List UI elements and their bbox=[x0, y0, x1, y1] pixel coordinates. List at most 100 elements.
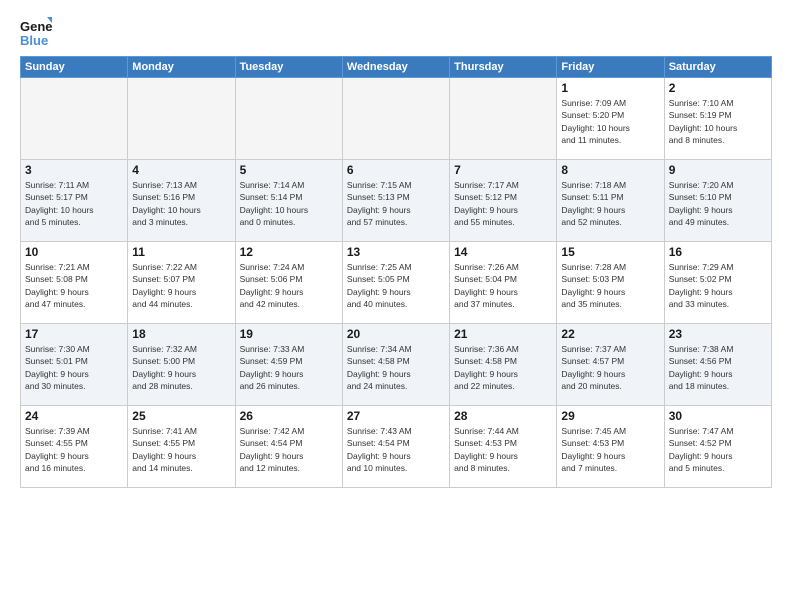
calendar-cell: 5 Sunrise: 7:14 AM Sunset: 5:14 PM Daylig… bbox=[235, 160, 342, 242]
weekday-header: Sunday bbox=[21, 57, 128, 78]
day-info: Sunrise: 7:45 AM Sunset: 4:53 PM Dayligh… bbox=[561, 425, 659, 474]
day-info: Sunrise: 7:43 AM Sunset: 4:54 PM Dayligh… bbox=[347, 425, 445, 474]
calendar-cell: 18 Sunrise: 7:32 AM Sunset: 5:00 PM Dayli… bbox=[128, 324, 235, 406]
calendar-cell: 21 Sunrise: 7:36 AM Sunset: 4:58 PM Dayli… bbox=[450, 324, 557, 406]
day-info: Sunrise: 7:28 AM Sunset: 5:03 PM Dayligh… bbox=[561, 261, 659, 310]
calendar-cell: 6 Sunrise: 7:15 AM Sunset: 5:13 PM Daylig… bbox=[342, 160, 449, 242]
day-number: 11 bbox=[132, 245, 230, 259]
day-number: 12 bbox=[240, 245, 338, 259]
day-info: Sunrise: 7:22 AM Sunset: 5:07 PM Dayligh… bbox=[132, 261, 230, 310]
page: General Blue SundayMondayTuesdayWednesda… bbox=[0, 0, 792, 612]
day-number: 23 bbox=[669, 327, 767, 341]
calendar-cell: 24 Sunrise: 7:39 AM Sunset: 4:55 PM Dayli… bbox=[21, 406, 128, 488]
day-number: 29 bbox=[561, 409, 659, 423]
day-info: Sunrise: 7:14 AM Sunset: 5:14 PM Dayligh… bbox=[240, 179, 338, 228]
day-number: 6 bbox=[347, 163, 445, 177]
day-info: Sunrise: 7:34 AM Sunset: 4:58 PM Dayligh… bbox=[347, 343, 445, 392]
calendar-cell: 25Sunrise: 7:41 AM Sunset: 4:55 PM Dayli… bbox=[128, 406, 235, 488]
day-number: 15 bbox=[561, 245, 659, 259]
day-number: 18 bbox=[132, 327, 230, 341]
day-info: Sunrise: 7:26 AM Sunset: 5:04 PM Dayligh… bbox=[454, 261, 552, 310]
day-number: 7 bbox=[454, 163, 552, 177]
calendar-week-row: 1Sunrise: 7:09 AM Sunset: 5:20 PM Daylig… bbox=[21, 78, 772, 160]
day-number: 16 bbox=[669, 245, 767, 259]
day-number: 22 bbox=[561, 327, 659, 341]
day-number: 26 bbox=[240, 409, 338, 423]
day-number: 28 bbox=[454, 409, 552, 423]
svg-text:Blue: Blue bbox=[20, 33, 48, 48]
day-info: Sunrise: 7:42 AM Sunset: 4:54 PM Dayligh… bbox=[240, 425, 338, 474]
calendar-week-row: 24 Sunrise: 7:39 AM Sunset: 4:55 PM Dayli… bbox=[21, 406, 772, 488]
calendar-cell: 11 Sunrise: 7:22 AM Sunset: 5:07 PM Dayli… bbox=[128, 242, 235, 324]
calendar-cell: 19 Sunrise: 7:33 AM Sunset: 4:59 PM Dayli… bbox=[235, 324, 342, 406]
calendar: SundayMondayTuesdayWednesdayThursdayFrid… bbox=[20, 56, 772, 488]
day-info: Sunrise: 7:47 AM Sunset: 4:52 PM Dayligh… bbox=[669, 425, 767, 474]
day-number: 17 bbox=[25, 327, 123, 341]
calendar-cell bbox=[128, 78, 235, 160]
logo: General Blue bbox=[20, 16, 52, 48]
calendar-cell: 14 Sunrise: 7:26 AM Sunset: 5:04 PM Dayli… bbox=[450, 242, 557, 324]
day-number: 8 bbox=[561, 163, 659, 177]
day-info: Sunrise: 7:21 AM Sunset: 5:08 PM Dayligh… bbox=[25, 261, 123, 310]
calendar-cell: 30 Sunrise: 7:47 AM Sunset: 4:52 PM Dayli… bbox=[664, 406, 771, 488]
day-number: 27 bbox=[347, 409, 445, 423]
calendar-cell: 12 Sunrise: 7:24 AM Sunset: 5:06 PM Dayli… bbox=[235, 242, 342, 324]
calendar-cell: 27 Sunrise: 7:43 AM Sunset: 4:54 PM Dayli… bbox=[342, 406, 449, 488]
day-info: Sunrise: 7:29 AM Sunset: 5:02 PM Dayligh… bbox=[669, 261, 767, 310]
calendar-cell: 2 Sunrise: 7:10 AM Sunset: 5:19 PM Daylig… bbox=[664, 78, 771, 160]
day-info: Sunrise: 7:20 AM Sunset: 5:10 PM Dayligh… bbox=[669, 179, 767, 228]
weekday-header-row: SundayMondayTuesdayWednesdayThursdayFrid… bbox=[21, 57, 772, 78]
day-info: Sunrise: 7:10 AM Sunset: 5:19 PM Dayligh… bbox=[669, 97, 767, 146]
day-number: 19 bbox=[240, 327, 338, 341]
day-info: Sunrise: 7:17 AM Sunset: 5:12 PM Dayligh… bbox=[454, 179, 552, 228]
day-info: Sunrise: 7:33 AM Sunset: 4:59 PM Dayligh… bbox=[240, 343, 338, 392]
calendar-cell bbox=[450, 78, 557, 160]
day-info: Sunrise: 7:25 AM Sunset: 5:05 PM Dayligh… bbox=[347, 261, 445, 310]
calendar-cell: 26 Sunrise: 7:42 AM Sunset: 4:54 PM Dayli… bbox=[235, 406, 342, 488]
day-number: 21 bbox=[454, 327, 552, 341]
day-info: Sunrise: 7:11 AM Sunset: 5:17 PM Dayligh… bbox=[25, 179, 123, 228]
calendar-cell: 16 Sunrise: 7:29 AM Sunset: 5:02 PM Dayli… bbox=[664, 242, 771, 324]
day-number: 4 bbox=[132, 163, 230, 177]
svg-text:General: General bbox=[20, 19, 52, 34]
day-number: 14 bbox=[454, 245, 552, 259]
calendar-cell: 15 Sunrise: 7:28 AM Sunset: 5:03 PM Dayli… bbox=[557, 242, 664, 324]
weekday-header: Monday bbox=[128, 57, 235, 78]
day-number: 24 bbox=[25, 409, 123, 423]
day-number: 10 bbox=[25, 245, 123, 259]
day-info: Sunrise: 7:18 AM Sunset: 5:11 PM Dayligh… bbox=[561, 179, 659, 228]
day-info: Sunrise: 7:38 AM Sunset: 4:56 PM Dayligh… bbox=[669, 343, 767, 392]
calendar-cell: 10 Sunrise: 7:21 AM Sunset: 5:08 PM Dayli… bbox=[21, 242, 128, 324]
calendar-cell bbox=[21, 78, 128, 160]
calendar-cell: 20Sunrise: 7:34 AM Sunset: 4:58 PM Dayli… bbox=[342, 324, 449, 406]
calendar-cell: 23 Sunrise: 7:38 AM Sunset: 4:56 PM Dayli… bbox=[664, 324, 771, 406]
day-info: Sunrise: 7:36 AM Sunset: 4:58 PM Dayligh… bbox=[454, 343, 552, 392]
weekday-header: Saturday bbox=[664, 57, 771, 78]
calendar-cell: 3 Sunrise: 7:11 AM Sunset: 5:17 PM Daylig… bbox=[21, 160, 128, 242]
calendar-cell: 1Sunrise: 7:09 AM Sunset: 5:20 PM Daylig… bbox=[557, 78, 664, 160]
day-number: 5 bbox=[240, 163, 338, 177]
calendar-week-row: 17Sunrise: 7:30 AM Sunset: 5:01 PM Dayli… bbox=[21, 324, 772, 406]
calendar-cell bbox=[342, 78, 449, 160]
calendar-cell bbox=[235, 78, 342, 160]
calendar-cell: 4 Sunrise: 7:13 AM Sunset: 5:16 PM Daylig… bbox=[128, 160, 235, 242]
day-info: Sunrise: 7:32 AM Sunset: 5:00 PM Dayligh… bbox=[132, 343, 230, 392]
calendar-cell: 22Sunrise: 7:37 AM Sunset: 4:57 PM Dayli… bbox=[557, 324, 664, 406]
calendar-cell: 29 Sunrise: 7:45 AM Sunset: 4:53 PM Dayli… bbox=[557, 406, 664, 488]
day-number: 1 bbox=[561, 81, 659, 95]
calendar-cell: 8 Sunrise: 7:18 AM Sunset: 5:11 PM Daylig… bbox=[557, 160, 664, 242]
day-number: 3 bbox=[25, 163, 123, 177]
day-number: 25 bbox=[132, 409, 230, 423]
header: General Blue bbox=[20, 16, 772, 48]
day-info: Sunrise: 7:39 AM Sunset: 4:55 PM Dayligh… bbox=[25, 425, 123, 474]
weekday-header: Friday bbox=[557, 57, 664, 78]
day-number: 30 bbox=[669, 409, 767, 423]
day-info: Sunrise: 7:15 AM Sunset: 5:13 PM Dayligh… bbox=[347, 179, 445, 228]
day-info: Sunrise: 7:13 AM Sunset: 5:16 PM Dayligh… bbox=[132, 179, 230, 228]
day-info: Sunrise: 7:24 AM Sunset: 5:06 PM Dayligh… bbox=[240, 261, 338, 310]
calendar-cell: 7 Sunrise: 7:17 AM Sunset: 5:12 PM Daylig… bbox=[450, 160, 557, 242]
calendar-week-row: 10 Sunrise: 7:21 AM Sunset: 5:08 PM Dayli… bbox=[21, 242, 772, 324]
day-info: Sunrise: 7:44 AM Sunset: 4:53 PM Dayligh… bbox=[454, 425, 552, 474]
day-number: 2 bbox=[669, 81, 767, 95]
calendar-cell: 9Sunrise: 7:20 AM Sunset: 5:10 PM Daylig… bbox=[664, 160, 771, 242]
